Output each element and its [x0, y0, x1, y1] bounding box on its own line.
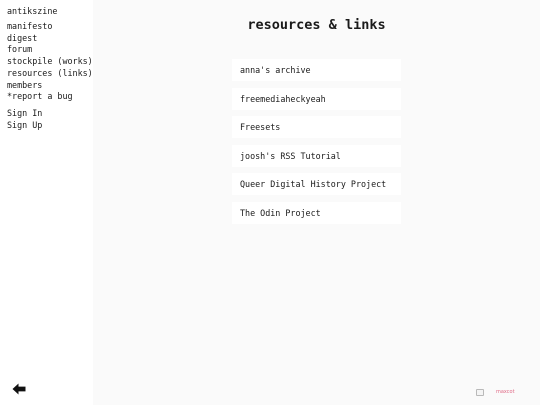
- badge-link[interactable]: maxcot: [496, 389, 515, 395]
- arrow-left-icon[interactable]: [12, 382, 26, 396]
- resource-link-list: anna's archive freemediaheckyeah Freeset…: [232, 59, 401, 231]
- nav-item-digest[interactable]: digest: [7, 33, 93, 45]
- resource-link-item[interactable]: The Odin Project: [232, 201, 401, 224]
- nav-item-stockpile[interactable]: stockpile (works): [7, 56, 93, 68]
- nav-item-manifesto[interactable]: manifesto: [7, 21, 93, 33]
- site-brand[interactable]: antikszine: [7, 6, 57, 17]
- resource-link-item[interactable]: Freesets: [232, 116, 401, 139]
- main-content: resources & links anna's archive freemed…: [93, 0, 540, 405]
- nav-item-members[interactable]: members: [7, 80, 93, 92]
- nav-item-report-bug[interactable]: *report a bug: [7, 91, 93, 103]
- nav-item-resources[interactable]: resources (links): [7, 68, 93, 80]
- resource-link-item[interactable]: anna's archive: [232, 59, 401, 81]
- resource-link-item[interactable]: Queer Digital History Project: [232, 173, 401, 196]
- broken-image-icon: [476, 388, 484, 396]
- auth-links: Sign In Sign Up: [7, 107, 42, 131]
- page-title: resources & links: [247, 17, 386, 33]
- resource-link-item[interactable]: freemediaheckyeah: [232, 87, 401, 110]
- nav-item-forum[interactable]: forum: [7, 44, 93, 56]
- resource-link-item[interactable]: joosh's RSS Tutorial: [232, 144, 401, 167]
- sidebar: antikszine manifesto digest forum stockp…: [0, 0, 93, 405]
- sign-up-link[interactable]: Sign Up: [7, 119, 42, 131]
- sidebar-nav: manifesto digest forum stockpile (works)…: [7, 21, 93, 103]
- sign-in-link[interactable]: Sign In: [7, 107, 42, 119]
- footer-badge: maxcot: [476, 387, 515, 397]
